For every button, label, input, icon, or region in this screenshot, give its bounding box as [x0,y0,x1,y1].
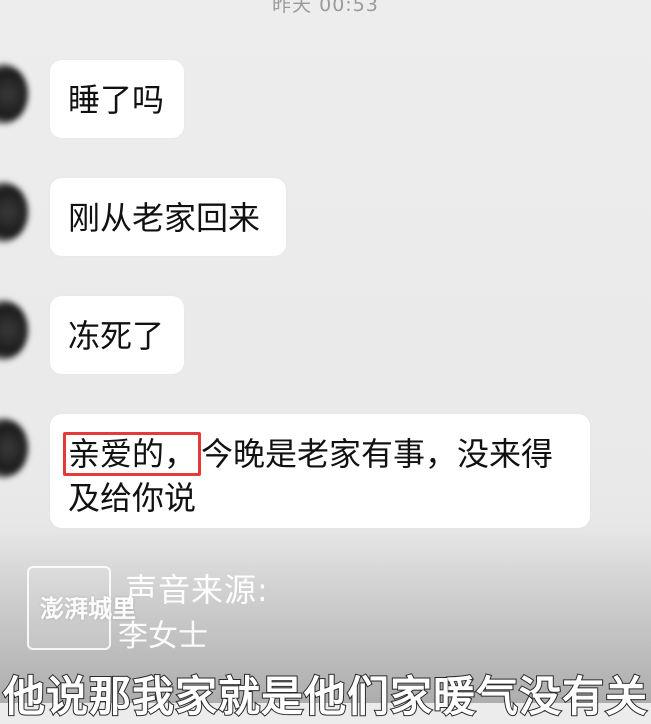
highlighted-text: 亲爱的， [63,432,202,476]
message-bubble[interactable]: 刚从老家回来 [50,178,286,256]
source-name: 李女士 [118,619,208,654]
message-timestamp: 昨天 00:53 [272,0,379,16]
message-text: 睡了吗 [68,81,165,119]
message-text: 冻死了 [68,317,165,355]
message-bubble[interactable]: 睡了吗 [50,60,184,138]
video-subtitle: 他说那我家就是他们家暖气没有关 [2,671,648,722]
message-bubble[interactable]: 冻死了 [50,296,184,374]
source-label: 声音来源: [125,571,269,609]
message-text: 刚从老家回来 [68,199,261,237]
message-bubble[interactable]: 亲爱的， 今晚是老家有事，没来得及给你说 [50,414,590,528]
